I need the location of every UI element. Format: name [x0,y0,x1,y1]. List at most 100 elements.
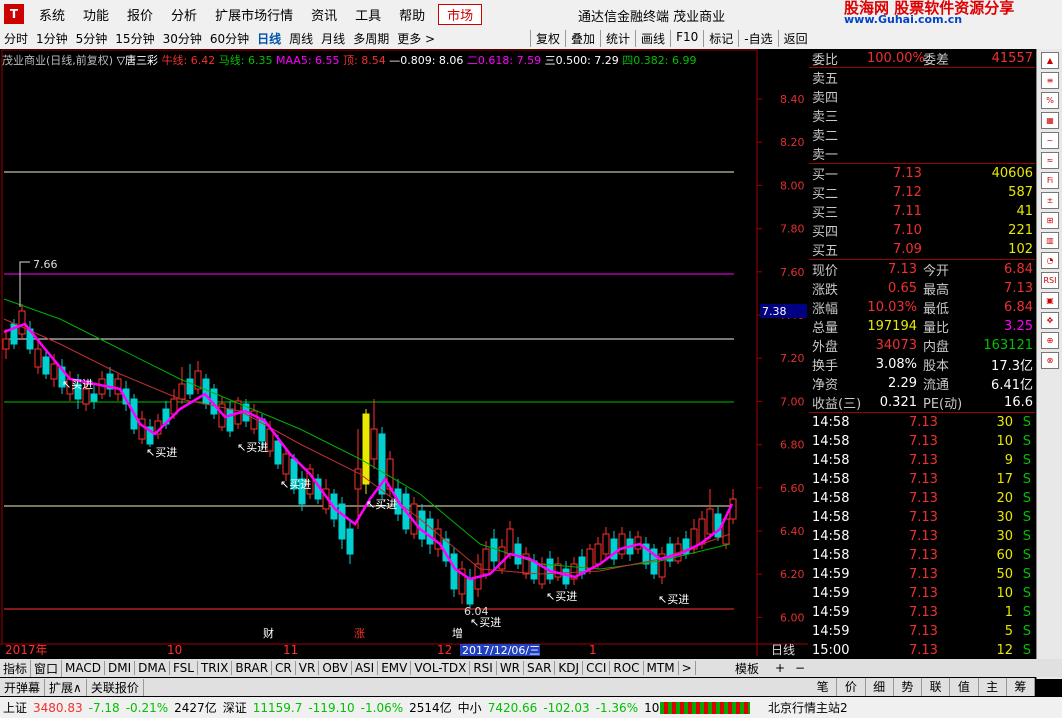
tool-icon-2[interactable]: ≡ [1041,72,1059,89]
period-1min[interactable]: 1分钟 [32,30,72,47]
panel-tab[interactable]: 笔 [809,678,838,696]
draw-button[interactable]: 画线 [635,30,670,47]
buy-level-label: 买二 [812,187,839,202]
tool-icon-9[interactable]: ⊞ [1041,212,1059,229]
indicator-tab[interactable]: DMA [135,661,170,675]
move-icon[interactable]: ✥ [1041,312,1059,329]
tool-icon-15[interactable]: ⊕ [1041,332,1059,349]
tick-time: 14:58 [812,434,850,449]
panel-tab[interactable]: 主 [979,678,1007,696]
tool-icon-13[interactable]: ▣ [1041,292,1059,309]
kline-chart[interactable]: 8.408.208.007.807.607.407.207.006.806.60… [0,49,808,656]
indicator-tab[interactable]: VOL-TDX [411,661,471,675]
indicator-tab[interactable]: TRIX [198,661,233,675]
indicator-tab[interactable]: MACD [62,661,106,675]
tool-icon-8[interactable]: ± [1041,192,1059,209]
tool-icon-6[interactable]: ≈ [1041,152,1059,169]
legend-indicator[interactable]: ▽唐三彩 [117,54,158,67]
indicator-tab[interactable]: OBV [319,661,352,675]
event-marker-zhang[interactable]: 涨 [354,627,365,640]
indicator-tab[interactable]: ROC [610,661,644,675]
panel-tab[interactable]: 细 [866,678,894,696]
event-marker-zeng[interactable]: 增 [452,626,463,640]
indicator-tab[interactable]: 指标 [0,659,32,677]
indicator-tab[interactable]: CCI [583,661,611,675]
tool-icon-12[interactable]: RSI [1041,272,1059,289]
quote-panel: 委比 100.00% 委差 41557 卖五 卖四 卖三 卖二 卖一 买一 7.13 406… [809,49,1035,661]
tool-icon-16[interactable]: ⊗ [1041,352,1059,369]
menu-quote[interactable]: 报价 [118,5,162,24]
panel-tab[interactable]: 价 [837,678,866,696]
indicator-tab[interactable]: 窗口 [31,659,63,677]
back-button[interactable]: 返回 [777,30,813,47]
period-multi[interactable]: 多周期 [349,30,393,47]
tool-icon-4[interactable]: ▦ [1041,112,1059,129]
indicator-tab[interactable]: KDJ [555,661,584,675]
tick-side: S [1022,415,1031,430]
tool-icon-1[interactable]: ▲ [1041,52,1059,69]
template-tab[interactable]: 模板 [732,660,762,677]
indicator-tab[interactable]: > [679,661,696,675]
stat-label: 收益(三) [812,397,862,412]
tool-icon-5[interactable]: ~ [1041,132,1059,149]
indicator-tab[interactable]: MTM [644,661,679,675]
danmu-toggle[interactable]: 开弹幕 [0,678,46,696]
mark-button[interactable]: 标记 [703,30,738,47]
sell-row: 卖五 [809,68,1035,87]
period-tick[interactable]: 分时 [0,30,32,47]
stat-value: 7.13 [888,262,917,277]
tick-list[interactable]: 14:58 7.13 30 S 14:58 7.13 10 S 14:58 7.13 9 S 14:58… [809,412,1035,660]
tool-icon-11[interactable]: ◔ [1041,252,1059,269]
tick-row: 14:58 7.13 30 S [809,527,1035,546]
indicator-tab[interactable]: EMV [378,661,412,675]
event-marker-cai[interactable]: 财 [263,626,274,640]
period-more[interactable]: 更多 > [393,30,439,47]
tool-icon-3[interactable]: % [1041,92,1059,109]
menu-analysis[interactable]: 分析 [162,5,206,24]
tick-time: 14:58 [812,510,850,525]
expand-toggle[interactable]: 扩展∧ [45,678,87,696]
period-15min[interactable]: 15分钟 [111,30,158,47]
period-60min[interactable]: 60分钟 [206,30,253,47]
tool-icon-10[interactable]: ▥ [1041,232,1059,249]
indicator-tab[interactable]: DMI [105,661,136,675]
tool-icon-7[interactable]: Fi [1041,172,1059,189]
tick-volume: 10 [996,434,1013,449]
indicator-tab[interactable]: RSI [470,661,497,675]
menu-system[interactable]: 系统 [30,5,74,24]
tab-minus[interactable]: − [792,661,808,675]
f10-button[interactable]: F10 [670,30,703,47]
period-daily[interactable]: 日线 [253,30,285,47]
adjust-button[interactable]: 复权 [530,30,565,47]
period-5min[interactable]: 5分钟 [72,30,112,47]
period-30min[interactable]: 30分钟 [159,30,206,47]
indicator-tab[interactable]: ASI [352,661,379,675]
tab-plus[interactable]: + [772,661,788,675]
menu-tools[interactable]: 工具 [346,5,390,24]
panel-tab[interactable]: 势 [894,678,922,696]
menu-info[interactable]: 资讯 [302,5,346,24]
market-button[interactable]: 市场 [438,3,483,25]
overlay-button[interactable]: 叠加 [565,30,600,47]
period-monthly[interactable]: 月线 [317,30,349,47]
period-weekly[interactable]: 周线 [285,30,317,47]
server-label[interactable]: 北京行情主站2 [768,699,848,716]
menu-function[interactable]: 功能 [74,5,118,24]
period-toolbar: 分时 1分钟 5分钟 15分钟 30分钟 60分钟 日线 周线 月线 多周期 更… [0,28,1062,49]
watchlist-button[interactable]: -自选 [738,30,777,47]
indicator-tab[interactable]: SAR [524,661,556,675]
indicator-tab[interactable]: FSL [170,661,198,675]
menu-help[interactable]: 帮助 [390,5,434,24]
indicator-tab[interactable]: WR [497,661,525,675]
wb-row: 委比 100.00% 委差 41557 [809,49,1035,68]
stat-label: 涨跌 [812,283,839,298]
linked-quote[interactable]: 关联报价 [87,678,144,696]
menu-ext-market[interactable]: 扩展市场行情 [206,5,302,24]
indicator-tab[interactable]: BRAR [232,661,273,675]
panel-tab[interactable]: 筹 [1007,678,1035,696]
indicator-tab[interactable]: CR [272,661,296,675]
panel-tab[interactable]: 联 [922,678,951,696]
stats-button[interactable]: 统计 [600,30,635,47]
panel-tab[interactable]: 值 [950,678,979,696]
indicator-tab[interactable]: VR [296,661,320,675]
